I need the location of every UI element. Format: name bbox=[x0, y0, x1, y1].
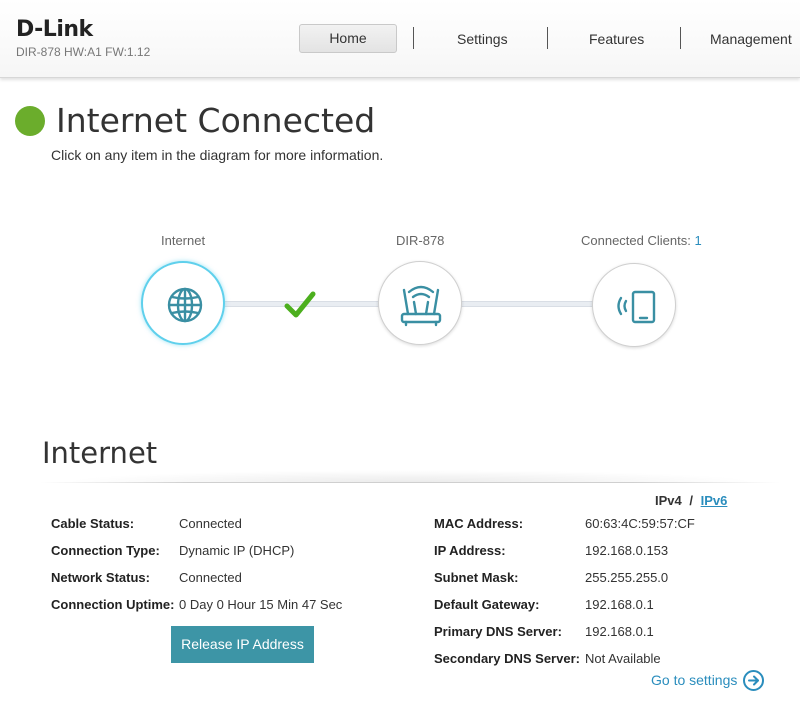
model-info: DIR-878 HW:A1 FW:1.12 bbox=[16, 45, 151, 59]
connection-uptime-value: 0 Day 0 Hour 15 Min 47 Sec bbox=[179, 597, 343, 612]
connection-status-dot bbox=[15, 106, 45, 136]
cable-status-value: Connected bbox=[179, 516, 242, 531]
mobile-device-icon bbox=[617, 290, 656, 324]
ip-address-label: IP Address: bbox=[434, 543, 506, 558]
secondary-dns-value: Not Available bbox=[585, 651, 661, 666]
section-title: Internet bbox=[42, 436, 158, 470]
clients-node[interactable] bbox=[592, 263, 676, 347]
page-title: Internet Connected bbox=[56, 101, 376, 140]
router-icon bbox=[400, 285, 442, 327]
ipv6-link[interactable]: IPv6 bbox=[701, 493, 728, 508]
secondary-dns-label: Secondary DNS Server: bbox=[434, 651, 580, 666]
ip-version-switch: IPv4 / IPv6 bbox=[655, 493, 727, 508]
nav-management-tab[interactable]: Management bbox=[710, 31, 792, 47]
nav-divider bbox=[413, 27, 414, 49]
primary-dns-label: Primary DNS Server: bbox=[434, 624, 562, 639]
default-gateway-value: 192.168.0.1 bbox=[585, 597, 654, 612]
page-subtitle: Click on any item in the diagram for mor… bbox=[51, 147, 384, 163]
default-gateway-label: Default Gateway: bbox=[434, 597, 540, 612]
nav-divider bbox=[547, 27, 548, 49]
nav-settings-tab[interactable]: Settings bbox=[457, 31, 508, 47]
top-header: D-Link DIR-878 HW:A1 FW:1.12 Home Settin… bbox=[0, 0, 800, 78]
ip-address-value: 192.168.0.153 bbox=[585, 543, 669, 558]
connection-type-value: Dynamic IP (DHCP) bbox=[179, 543, 295, 558]
nav-divider bbox=[680, 27, 681, 49]
internet-node[interactable] bbox=[141, 261, 225, 345]
release-ip-button[interactable]: Release IP Address bbox=[171, 626, 314, 663]
dlink-logo: D-Link bbox=[16, 17, 93, 42]
arrow-right-circle-icon[interactable] bbox=[743, 670, 764, 691]
nav-home-tab[interactable]: Home bbox=[299, 24, 397, 53]
clients-node-label: Connected Clients: 1 bbox=[581, 233, 702, 248]
section-shadow bbox=[60, 470, 760, 482]
subnet-mask-label: Subnet Mask: bbox=[434, 570, 519, 585]
globe-icon bbox=[167, 287, 203, 323]
connected-check-icon bbox=[284, 291, 316, 318]
section-divider bbox=[40, 482, 780, 483]
ip-version-separator: / bbox=[689, 493, 693, 508]
clients-count[interactable]: 1 bbox=[694, 233, 701, 248]
primary-dns-value: 192.168.0.1 bbox=[585, 624, 654, 639]
nav-features-tab[interactable]: Features bbox=[589, 31, 644, 47]
network-status-label: Network Status: bbox=[51, 570, 150, 585]
mac-address-label: MAC Address: bbox=[434, 516, 524, 531]
clients-label-text: Connected Clients: bbox=[581, 233, 691, 248]
connection-type-label: Connection Type: bbox=[51, 543, 160, 558]
mac-address-value: 60:63:4C:59:57:CF bbox=[585, 516, 695, 531]
subnet-mask-value: 255.255.255.0 bbox=[585, 570, 669, 585]
internet-node-label: Internet bbox=[161, 233, 206, 248]
router-clients-link bbox=[459, 301, 594, 307]
router-node-label: DIR-878 bbox=[396, 233, 445, 248]
ipv4-label: IPv4 bbox=[655, 493, 682, 508]
connection-uptime-label: Connection Uptime: bbox=[51, 597, 175, 612]
network-status-value: Connected bbox=[179, 570, 242, 585]
router-node[interactable] bbox=[378, 261, 462, 345]
go-to-settings-link[interactable]: Go to settings bbox=[651, 672, 737, 688]
cable-status-label: Cable Status: bbox=[51, 516, 135, 531]
